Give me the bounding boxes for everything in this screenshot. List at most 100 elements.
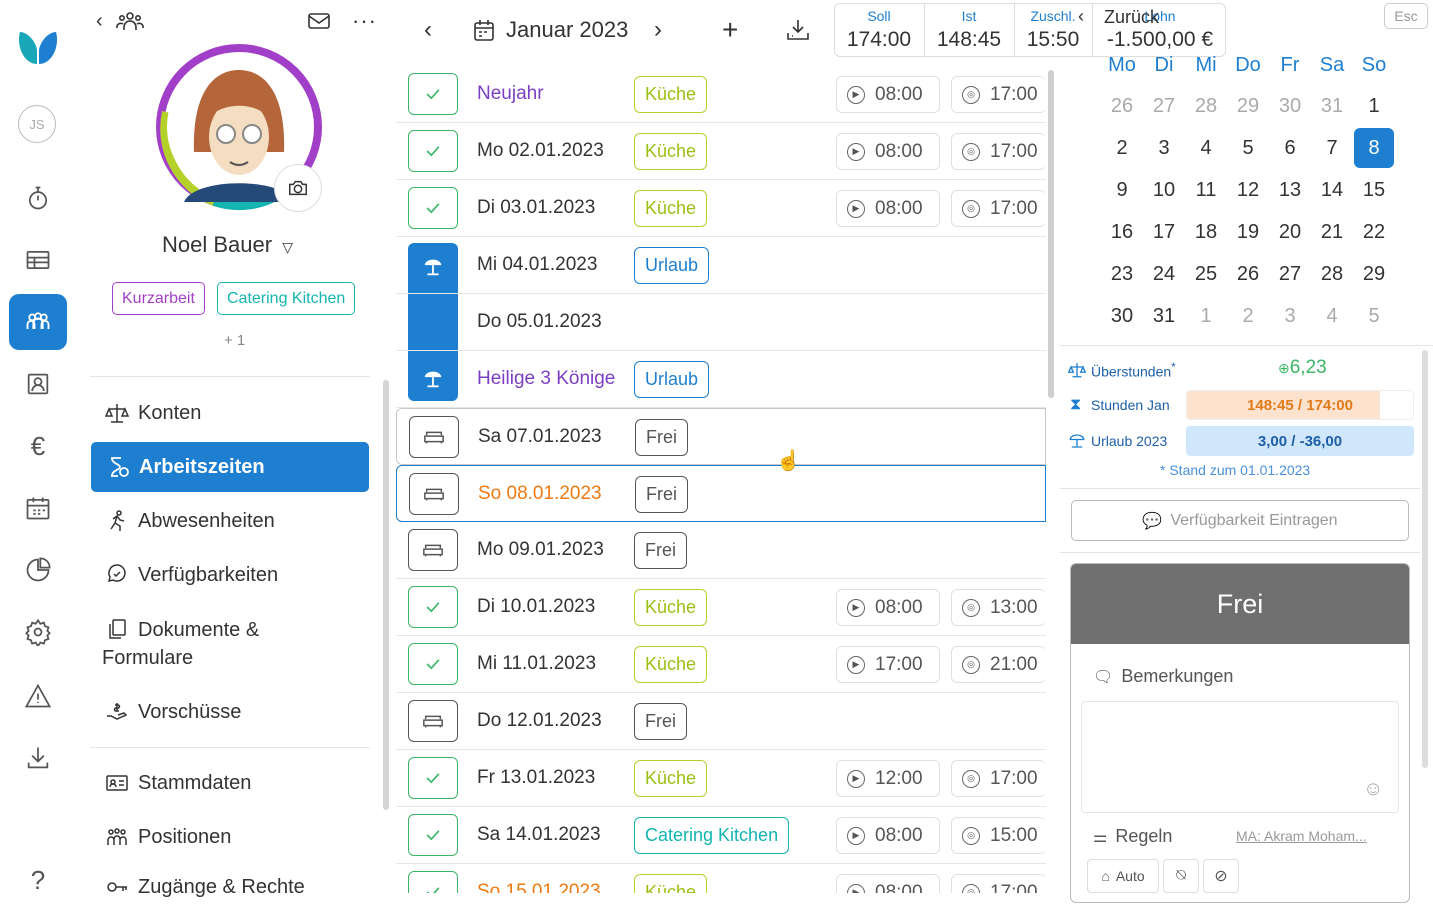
menu-positionen[interactable]: Positionen — [90, 812, 370, 862]
list-row-13[interactable]: Fr 13.01.2023 Küche ▶ 12:00 ◎ 17:00 — [396, 750, 1046, 807]
end-time[interactable]: ◎ 17:00 — [951, 874, 1046, 893]
calendar-day[interactable]: 31 — [1312, 86, 1352, 126]
calendar-day[interactable]: 10 — [1144, 170, 1184, 210]
check-icon[interactable] — [408, 187, 458, 229]
end-time[interactable]: ◎ 17:00 — [951, 133, 1046, 170]
calendar-day[interactable]: 28 — [1312, 254, 1352, 294]
avatar[interactable]: JS — [18, 105, 56, 143]
calendar-day[interactable]: 28 — [1186, 86, 1226, 126]
calendar-day[interactable]: 22 — [1354, 212, 1394, 252]
calendar-day[interactable]: 6 — [1270, 128, 1310, 168]
euro-icon[interactable]: € — [9, 418, 67, 474]
calendar-day[interactable]: 8 — [1354, 128, 1394, 168]
verfuegbarkeit-button[interactable]: 💬 Verfügbarkeit Eintragen — [1071, 500, 1409, 541]
list-row-10[interactable]: Di 10.01.2023 Küche ▶ 08:00 ◎ 13:00 — [396, 579, 1046, 636]
calendar-day[interactable]: 4 — [1312, 296, 1352, 336]
calendar-day[interactable]: 30 — [1102, 296, 1142, 336]
list-row-1[interactable]: Neujahr Küche ▶ 08:00 ◎ 17:00 — [396, 66, 1046, 123]
menu-stammdaten[interactable]: Stammdaten — [90, 758, 370, 808]
bemerkungen-input[interactable] — [1081, 701, 1399, 813]
list-row-11[interactable]: Mi 11.01.2023 Küche ▶ 17:00 ◎ 21:00 — [396, 636, 1046, 693]
calendar-day[interactable]: 31 — [1144, 296, 1184, 336]
calendar-day[interactable]: 29 — [1354, 254, 1394, 294]
calendar-day[interactable]: 5 — [1228, 128, 1268, 168]
camera-button[interactable] — [274, 164, 322, 212]
calendar-day[interactable]: 14 — [1312, 170, 1352, 210]
list-row-12[interactable]: Do 12.01.2023 Frei — [396, 693, 1046, 750]
auto-button[interactable]: ⌂ Auto — [1087, 859, 1159, 893]
logo-butterfly-icon[interactable] — [14, 24, 62, 72]
check-icon[interactable] — [408, 586, 458, 628]
list-row-4[interactable]: Mi 04.01.2023 Urlaub — [396, 237, 1046, 294]
calendar-day[interactable]: 24 — [1144, 254, 1184, 294]
no-break-button[interactable]: ⊘ — [1203, 859, 1239, 893]
calendar-day[interactable]: 17 — [1144, 212, 1184, 252]
start-time[interactable]: ▶ 08:00 — [836, 190, 940, 227]
emoji-icon[interactable]: ☺ — [1363, 778, 1383, 801]
menu-zugaenge[interactable]: Zugänge & Rechte — [90, 862, 370, 912]
download-icon[interactable] — [9, 730, 67, 786]
calendar-day[interactable]: 2 — [1228, 296, 1268, 336]
contact-card-icon[interactable] — [9, 356, 67, 412]
calendar-day[interactable]: 11 — [1186, 170, 1226, 210]
check-icon[interactable] — [408, 757, 458, 799]
start-time[interactable]: ▶ 17:00 — [836, 646, 940, 683]
list-row-15[interactable]: So 15.01.2023 Küche ▶ 08:00 ◎ 17:00 — [396, 864, 1046, 893]
calendar-day[interactable]: 23 — [1102, 254, 1142, 294]
calendar-day[interactable]: 20 — [1270, 212, 1310, 252]
check-icon[interactable] — [408, 871, 458, 893]
calendar-day[interactable]: 27 — [1270, 254, 1310, 294]
calendar-day[interactable]: 9 — [1102, 170, 1142, 210]
sofa-icon[interactable] — [409, 473, 459, 515]
sofa-icon[interactable] — [408, 700, 458, 742]
calendar-day[interactable]: 3 — [1144, 128, 1184, 168]
calendar-day[interactable]: 4 — [1186, 128, 1226, 168]
profile-scrollbar[interactable] — [383, 380, 389, 810]
end-time[interactable]: ◎ 13:00 — [951, 589, 1046, 626]
end-time[interactable]: ◎ 17:00 — [951, 76, 1046, 113]
list-scrollbar[interactable] — [1048, 70, 1054, 398]
calendar-day[interactable]: 13 — [1270, 170, 1310, 210]
calendar-day[interactable]: 26 — [1102, 86, 1142, 126]
start-time[interactable]: ▶ 08:00 — [836, 589, 940, 626]
more-icon[interactable]: ··· — [352, 8, 377, 34]
menu-abwesenheiten[interactable]: Abwesenheiten — [90, 496, 370, 546]
calendar-day[interactable]: 19 — [1228, 212, 1268, 252]
calendar-day[interactable]: 3 — [1270, 296, 1310, 336]
pie-chart-icon[interactable] — [9, 542, 67, 598]
start-time[interactable]: ▶ 12:00 — [836, 760, 940, 797]
help-icon[interactable]: ? — [9, 852, 67, 908]
calendar-day[interactable]: 21 — [1312, 212, 1352, 252]
menu-dokumente[interactable]: Dokumente & Formulare — [90, 604, 370, 674]
menu-vorschuesse[interactable]: Vorschüsse — [90, 687, 370, 737]
start-time[interactable]: ▶ 08:00 — [836, 817, 940, 854]
stopwatch-icon[interactable] — [9, 170, 67, 226]
regeln-link[interactable]: MA: Akram Moham... — [1236, 828, 1367, 844]
calendar-day[interactable]: 26 — [1228, 254, 1268, 294]
list-row-2[interactable]: Mo 02.01.2023 Küche ▶ 08:00 ◎ 17:00 — [396, 123, 1046, 180]
check-icon[interactable] — [408, 814, 458, 856]
table-icon[interactable] — [9, 232, 67, 288]
start-time[interactable]: ▶ 08:00 — [836, 76, 940, 113]
calendar-day[interactable]: 5 — [1354, 296, 1394, 336]
end-time[interactable]: ◎ 21:00 — [951, 646, 1046, 683]
calendar-day[interactable]: 12 — [1228, 170, 1268, 210]
mail-icon[interactable] — [308, 12, 330, 30]
team-icon[interactable] — [9, 294, 67, 350]
people-icon[interactable] — [116, 10, 144, 32]
start-time[interactable]: ▶ 08:00 — [836, 874, 940, 893]
calendar-day[interactable]: 1 — [1354, 86, 1394, 126]
list-row-7[interactable]: Sa 07.01.2023 Frei — [396, 408, 1046, 465]
list-row-8-selected[interactable]: So 08.01.2023 Frei — [396, 465, 1046, 522]
check-icon[interactable] — [408, 643, 458, 685]
list-row-14[interactable]: Sa 14.01.2023 Catering Kitchen ▶ 08:00 ◎ 1… — [396, 807, 1046, 864]
calendar-day[interactable]: 30 — [1270, 86, 1310, 126]
chevron-down-icon[interactable]: ▽ — [282, 239, 293, 255]
check-icon[interactable] — [408, 130, 458, 172]
list-row-6[interactable]: Heilige 3 Könige Urlaub — [396, 351, 1046, 408]
end-time[interactable]: ◎ 17:00 — [951, 190, 1046, 227]
end-time[interactable]: ◎ 15:00 — [951, 817, 1046, 854]
menu-konten[interactable]: Konten — [90, 388, 370, 438]
calendar-day[interactable]: 2 — [1102, 128, 1142, 168]
menu-arbeitszeiten[interactable]: Arbeitszeiten — [91, 442, 369, 492]
